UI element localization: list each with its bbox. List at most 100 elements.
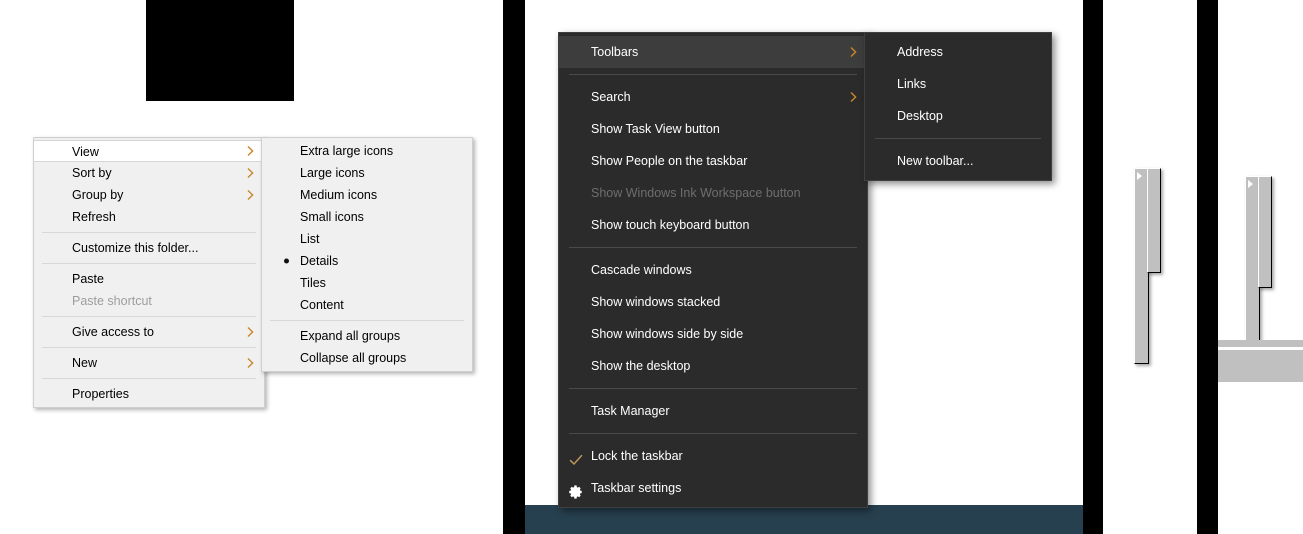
menu-item-label: Search [591, 90, 631, 104]
taskbar-item-show-windows-stacked[interactable]: Show windows stacked [559, 286, 867, 318]
view-item-extra-large-icons[interactable]: Extra large icons [262, 140, 472, 162]
toolbars-item-desktop[interactable]: Desktop [865, 100, 1051, 132]
menu-separator [42, 347, 256, 348]
menu-item-label: Customize this folder... [72, 241, 198, 255]
view-item-expand-all-groups[interactable]: Expand all groups [262, 325, 472, 347]
menu-separator [569, 388, 857, 389]
view-item-medium-icons[interactable]: Medium icons [262, 184, 472, 206]
view-item-details[interactable]: Details [262, 250, 472, 272]
menu-item-label: Tiles [300, 276, 326, 290]
menu-item-label: Address [897, 45, 943, 59]
black-region-right-bar-1 [1083, 0, 1103, 534]
menu-item-label: Extra large icons [300, 144, 393, 158]
black-region-center-left-bar [503, 0, 525, 534]
black-region-right-bar-2 [1197, 0, 1218, 534]
taskbar-item-task-manager[interactable]: Task Manager [559, 395, 867, 427]
chevron-right-icon [850, 92, 857, 103]
view-submenu[interactable]: Extra large icons Large icons Medium ico… [261, 137, 473, 372]
menu-separator [42, 378, 256, 379]
menu-item-paste-shortcut: Paste shortcut [34, 290, 264, 312]
menu-separator [270, 320, 464, 321]
menu-item-label: Paste shortcut [72, 294, 152, 308]
menu-item-sort-by[interactable]: Sort by [34, 162, 264, 184]
menu-item-label: New toolbar... [897, 154, 973, 168]
menu-item-label: Medium icons [300, 188, 377, 202]
menu-item-group-by[interactable]: Group by [34, 184, 264, 206]
menu-item-label: Show Windows Ink Workspace button [591, 186, 801, 200]
chevron-right-icon [247, 327, 254, 338]
menu-item-label: Refresh [72, 210, 116, 224]
chevron-right-icon [247, 190, 254, 201]
menu-item-label: Show People on the taskbar [591, 154, 747, 168]
menu-item-refresh[interactable]: Refresh [34, 206, 264, 228]
toolbars-item-address[interactable]: Address [865, 36, 1051, 68]
view-item-list[interactable]: List [262, 228, 472, 250]
view-item-small-icons[interactable]: Small icons [262, 206, 472, 228]
menu-item-label: Show windows side by side [591, 327, 743, 341]
menu-separator [42, 316, 256, 317]
menu-item-new[interactable]: New [34, 352, 264, 374]
menu-item-label: Links [897, 77, 926, 91]
menu-item-label: Show Task View button [591, 122, 720, 136]
menu-item-label: Expand all groups [300, 329, 400, 343]
taskbar-item-cascade-windows[interactable]: Cascade windows [559, 254, 867, 286]
taskbar-item-show-windows-side-by-side[interactable]: Show windows side by side [559, 318, 867, 350]
gear-icon [568, 480, 584, 496]
screen-canvas: View Sort by Group by Refresh Customize … [0, 0, 1303, 534]
view-item-large-icons[interactable]: Large icons [262, 162, 472, 184]
menu-item-label: Large icons [300, 166, 365, 180]
menu-item-label: Collapse all groups [300, 351, 406, 365]
toolbars-item-links[interactable]: Links [865, 68, 1051, 100]
desktop-context-menu[interactable]: View Sort by Group by Refresh Customize … [33, 137, 265, 408]
checkmark-icon [568, 448, 584, 464]
toolbar-thumb[interactable] [1147, 168, 1161, 273]
menu-item-label: Show touch keyboard button [591, 218, 749, 232]
menu-item-label: Taskbar settings [591, 481, 681, 495]
taskbar-item-show-task-view-button[interactable]: Show Task View button [559, 113, 867, 145]
classic-grey-band-thick [1218, 350, 1303, 382]
classic-grey-band-thin [1218, 340, 1303, 347]
menu-separator [875, 138, 1041, 139]
menu-item-customize-this-folder[interactable]: Customize this folder... [34, 237, 264, 259]
view-item-content[interactable]: Content [262, 294, 472, 316]
taskbar-item-show-the-desktop[interactable]: Show the desktop [559, 350, 867, 382]
triangle-right-icon [1137, 172, 1142, 180]
menu-item-label: Show the desktop [591, 359, 690, 373]
menu-item-paste[interactable]: Paste [34, 268, 264, 290]
toolbars-submenu[interactable]: Address Links Desktop New toolbar... [864, 32, 1052, 181]
taskbar-item-show-touch-keyboard-button[interactable]: Show touch keyboard button [559, 209, 867, 241]
menu-item-label: Sort by [72, 166, 112, 180]
taskbar-item-search[interactable]: Search [559, 81, 867, 113]
chevron-right-icon [247, 168, 254, 179]
toolbar-thumb[interactable] [1258, 176, 1272, 288]
menu-item-give-access-to[interactable]: Give access to [34, 321, 264, 343]
menu-item-label: Show windows stacked [591, 295, 720, 309]
menu-item-label: View [72, 145, 99, 159]
menu-item-label: Give access to [72, 325, 154, 339]
chevron-right-icon [247, 146, 254, 157]
taskbar-item-show-people-on-the-taskbar[interactable]: Show People on the taskbar [559, 145, 867, 177]
menu-item-label: New [72, 356, 97, 370]
black-region-top-left [146, 0, 294, 101]
menu-item-label: Details [300, 254, 338, 268]
menu-item-view[interactable]: View [34, 140, 264, 162]
menu-item-label: Group by [72, 188, 123, 202]
menu-item-label: Properties [72, 387, 129, 401]
menu-separator [569, 433, 857, 434]
triangle-right-icon [1248, 180, 1253, 188]
taskbar-context-menu[interactable]: Toolbars Search Show Task View button Sh… [558, 32, 868, 508]
menu-item-label: Task Manager [591, 404, 670, 418]
taskbar-item-toolbars[interactable]: Toolbars [559, 36, 867, 68]
menu-item-properties[interactable]: Properties [34, 383, 264, 405]
view-item-collapse-all-groups[interactable]: Collapse all groups [262, 347, 472, 369]
taskbar-item-show-windows-ink-workspace-button: Show Windows Ink Workspace button [559, 177, 867, 209]
menu-item-label: Cascade windows [591, 263, 692, 277]
menu-item-label: Paste [72, 272, 104, 286]
menu-separator [42, 263, 256, 264]
taskbar-strip [525, 505, 1083, 534]
toolbars-item-new-toolbar[interactable]: New toolbar... [865, 145, 1051, 177]
taskbar-item-lock-the-taskbar[interactable]: Lock the taskbar [559, 440, 867, 472]
view-item-tiles[interactable]: Tiles [262, 272, 472, 294]
classic-vertical-toolbar-1[interactable] [1130, 168, 1170, 368]
taskbar-item-taskbar-settings[interactable]: Taskbar settings [559, 472, 867, 504]
